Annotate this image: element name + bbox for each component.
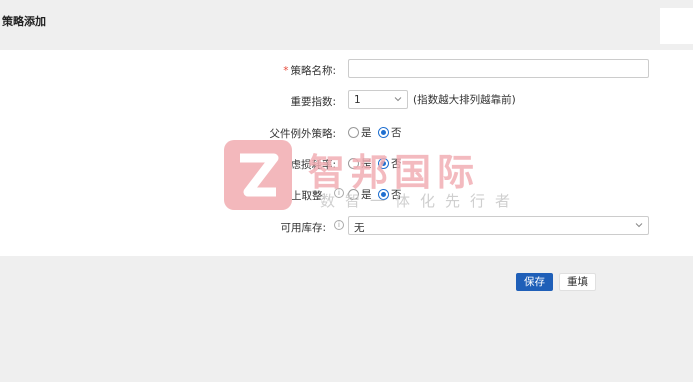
chevron-down-icon xyxy=(635,223,643,228)
radio-off-icon xyxy=(348,157,359,169)
chevron-down-icon xyxy=(394,97,402,102)
parent-exception-yes-radio[interactable]: 是 xyxy=(348,125,372,139)
strategy-form: * 策略名称: 重要指数: 1 (指数越大排列越靠前) 父件例外策略: 是 否 是… xyxy=(0,50,693,256)
save-button[interactable]: 保存 xyxy=(516,273,553,291)
strategy-name-row: * 策略名称: xyxy=(0,59,693,81)
importance-value: 1 xyxy=(354,94,361,106)
round-up-yes-radio[interactable]: 是 xyxy=(348,187,372,201)
page-header: 策略添加 xyxy=(0,0,693,50)
round-up-row: 是否向上取整: i 是 否 xyxy=(0,184,693,206)
importance-select[interactable]: 1 xyxy=(348,90,408,109)
round-up-label: 是否向上取整: xyxy=(259,190,326,202)
available-stock-select[interactable]: 无 xyxy=(348,216,649,235)
radio-off-icon xyxy=(348,126,359,138)
radio-on-icon xyxy=(378,126,389,138)
required-mark: * xyxy=(283,65,289,77)
available-stock-value: 无 xyxy=(354,222,365,234)
available-stock-label: 可用库存: xyxy=(280,222,326,234)
consider-loss-yes-radio[interactable]: 是 xyxy=(348,156,372,170)
info-circle-icon[interactable]: i xyxy=(334,188,344,198)
consider-loss-row: 是否考虑损耗率: 是 否 xyxy=(0,153,693,175)
radio-on-icon xyxy=(378,188,389,200)
page-title: 策略添加 xyxy=(2,15,46,28)
round-up-no-radio[interactable]: 否 xyxy=(378,187,402,201)
parent-exception-no-radio[interactable]: 否 xyxy=(378,125,402,139)
header-panel xyxy=(660,8,693,44)
importance-row: 重要指数: 1 (指数越大排列越靠前) xyxy=(0,90,693,112)
consider-loss-no-radio[interactable]: 否 xyxy=(378,156,402,170)
available-stock-row: 可用库存: i 无 xyxy=(0,216,693,238)
importance-hint: (指数越大排列越靠前) xyxy=(413,94,516,106)
info-circle-icon[interactable]: i xyxy=(334,220,344,230)
radio-off-icon xyxy=(348,188,359,200)
consider-loss-label: 是否考虑损耗率: xyxy=(258,159,336,171)
parent-exception-label: 父件例外策略: xyxy=(269,128,336,140)
parent-exception-row: 父件例外策略: 是 否 xyxy=(0,122,693,144)
importance-label: 重要指数: xyxy=(290,96,336,108)
reset-button[interactable]: 重填 xyxy=(559,273,596,291)
strategy-name-input[interactable] xyxy=(348,59,649,78)
radio-on-icon xyxy=(378,157,389,169)
strategy-name-label: * 策略名称: xyxy=(283,65,336,77)
